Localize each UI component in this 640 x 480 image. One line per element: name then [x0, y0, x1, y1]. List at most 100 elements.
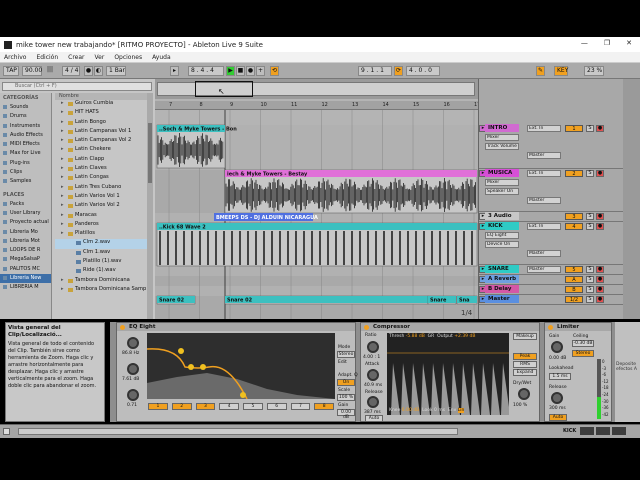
eq-gain-out-value[interactable]: 0.00 dB [337, 409, 355, 420]
automation-param-select[interactable]: Track Volume [485, 143, 519, 150]
track-name[interactable]: INTRO [485, 124, 519, 132]
arrangement-clip[interactable]: Snare 02 [156, 295, 196, 305]
arm-button[interactable]: ● [596, 266, 604, 273]
track-header[interactable]: ▸SNAREExt. InMaster5S● [479, 265, 624, 275]
solo-button[interactable]: S [586, 276, 594, 283]
track-header[interactable]: ▸ INTRO Ext. In Mixer Track Volume Master 1 S ● [479, 124, 624, 169]
solo-button[interactable]: S [586, 125, 594, 132]
eq-freq-knob[interactable] [127, 337, 139, 349]
draw-mode-icon[interactable]: ✎ [536, 66, 545, 76]
track-name[interactable]: KICK [485, 222, 519, 230]
browser-folder[interactable]: Latin Tres Cubano [55, 184, 147, 193]
audio-to-select[interactable]: Master [527, 250, 561, 257]
browser-folder[interactable]: Latin Chekere [55, 146, 147, 155]
browser-folder[interactable]: Guiros Cumbia [55, 100, 147, 109]
place-item[interactable]: PALITOS MC [0, 265, 51, 274]
menu-opciones[interactable]: Opciones [114, 54, 142, 61]
track-lane[interactable] [155, 276, 478, 286]
eq-q-knob[interactable] [127, 389, 139, 401]
comp-rms-button[interactable]: RMS [513, 361, 537, 368]
automation-device-select[interactable]: EQ Eight [485, 232, 519, 239]
browser-search-input[interactable]: Buscar (Ctrl + F) [2, 82, 152, 91]
eq-band-3-button[interactable]: 3 [195, 403, 216, 410]
browser-folder[interactable]: HIT HATS [55, 109, 147, 118]
category-sounds[interactable]: Sounds [0, 103, 51, 112]
place-item[interactable]: Libreria Mot [0, 237, 51, 246]
eq-mode-select[interactable]: Stereo [337, 351, 355, 358]
menu-ayuda[interactable]: Ayuda [152, 54, 171, 61]
browser-folder[interactable]: Maracas [55, 212, 147, 221]
compressor-device[interactable]: Compressor Ratio 4.00 : 1 Attack 40.9 ms… [360, 322, 540, 422]
limiter-device[interactable]: Limiter Gain 0.00 dB Ceiling -0.30 dB St… [544, 322, 612, 422]
arm-button[interactable]: ● [596, 223, 604, 230]
arrangement-clip[interactable]: ..Kick 68 Wave 2 [156, 222, 478, 267]
key-map-button[interactable]: KEY [554, 66, 568, 76]
loop-icon[interactable]: ⟳ [394, 66, 403, 76]
eq-gain-knob[interactable] [127, 363, 139, 375]
track-activator[interactable]: 1/2 [565, 296, 583, 303]
browser-file[interactable]: Clm 2.wav [55, 239, 147, 249]
time-signature[interactable]: 4 / 4 [62, 66, 80, 76]
solo-button[interactable]: S [586, 266, 594, 273]
limiter-stereo-button[interactable]: Stereo [572, 350, 594, 357]
automation-arm-icon[interactable]: ⟲ [270, 66, 279, 76]
place-item[interactable]: LOOPS DE R [0, 246, 51, 255]
track-name[interactable]: 3 Audio [485, 212, 519, 220]
category-drums[interactable]: Drums [0, 112, 51, 121]
automation-param-select[interactable]: Device On [485, 241, 519, 248]
track-header[interactable]: ▸ 3 Audio 3 S ● [479, 212, 624, 222]
track-lane[interactable] [155, 286, 478, 296]
browser-folder[interactable]: Tambora Dominicana Samp [55, 286, 147, 295]
track-name[interactable]: B Delay [485, 285, 519, 293]
automation-param-select[interactable]: Speaker On [485, 188, 519, 195]
solo-button[interactable]: S [586, 170, 594, 177]
comp-makeup-button[interactable]: Makeup [513, 333, 537, 340]
comp-auto-button[interactable]: Auto [365, 415, 383, 422]
category-audio-effects[interactable]: Audio Effects [0, 131, 51, 140]
place-item[interactable]: Packs [0, 200, 51, 209]
track-activator[interactable]: B [565, 286, 583, 293]
category-clips[interactable]: Clips [0, 168, 51, 177]
arrangement-clip[interactable]: Snare [427, 295, 457, 305]
comp-peak-button[interactable]: Peak [513, 353, 537, 360]
browser-folder[interactable]: Tambora Dominicana [55, 277, 147, 286]
follow-icon[interactable]: ◐ [94, 66, 103, 76]
arm-button[interactable]: ● [596, 276, 604, 283]
place-item[interactable]: Proyecto actual [0, 218, 51, 227]
menu-archivo[interactable]: Archivo [4, 54, 26, 61]
browser-scrollbar[interactable] [147, 93, 153, 319]
browser-folder[interactable]: Latin Campanas Vol 1 [55, 128, 147, 137]
automation-device-select[interactable]: Mixer [485, 179, 519, 186]
category-plug-ins[interactable]: Plug-ins [0, 159, 51, 168]
comp-expand-button[interactable]: Expand [513, 369, 537, 376]
track-header[interactable]: ▸ KICK Ext. In EQ Eight Device On Master 4 S ● [479, 222, 624, 265]
limiter-ceiling-value[interactable]: -0.30 dB [572, 340, 594, 347]
loop-length[interactable]: 4 . 0 . 0 [406, 66, 440, 76]
eq-adapt-toggle[interactable]: On [337, 379, 355, 386]
play-icon[interactable]: ▶ [226, 66, 235, 76]
eq-band-8-button[interactable]: 8 [314, 403, 334, 410]
track-header[interactable]: ▸ Master 1/2 S ● [479, 295, 624, 305]
solo-button[interactable]: S [586, 223, 594, 230]
close-icon[interactable]: ✕ [626, 39, 632, 47]
track-name[interactable]: A Reverb [485, 275, 519, 283]
eq-curve-display[interactable] [147, 333, 335, 399]
place-item[interactable]: Libreria Mo [0, 228, 51, 237]
solo-button[interactable]: S [586, 296, 594, 303]
arrangement-lanes[interactable]: ..Soch & Myke Towers - Bon iech & Myke To… [155, 110, 478, 319]
tempo-nudge[interactable]: ||| [45, 66, 61, 76]
effects-drop-zone[interactable]: Deposite efectos A [615, 322, 640, 422]
record-icon[interactable]: ● [246, 66, 255, 76]
limiter-release-knob[interactable] [551, 392, 563, 404]
audio-from-select[interactable]: Ext. In [527, 170, 561, 177]
arrangement-overview[interactable]: ↖ [155, 79, 478, 99]
track-activator[interactable]: 1 [565, 125, 583, 132]
browser-folder[interactable]: Latin Varios Vol 2 [55, 202, 147, 211]
track-activator[interactable]: A [565, 276, 583, 283]
eq-band-1-button[interactable]: 1 [148, 403, 168, 410]
limiter-lookahead-select[interactable]: 1.5 ms [549, 373, 571, 380]
place-item[interactable]: MegaSalsaP [0, 255, 51, 264]
beat-time-ruler[interactable]: 7891011121314151617 [155, 101, 480, 110]
comp-attack-knob[interactable] [367, 369, 379, 381]
browser-folder[interactable]: Latin Varios Vol 1 [55, 193, 147, 202]
